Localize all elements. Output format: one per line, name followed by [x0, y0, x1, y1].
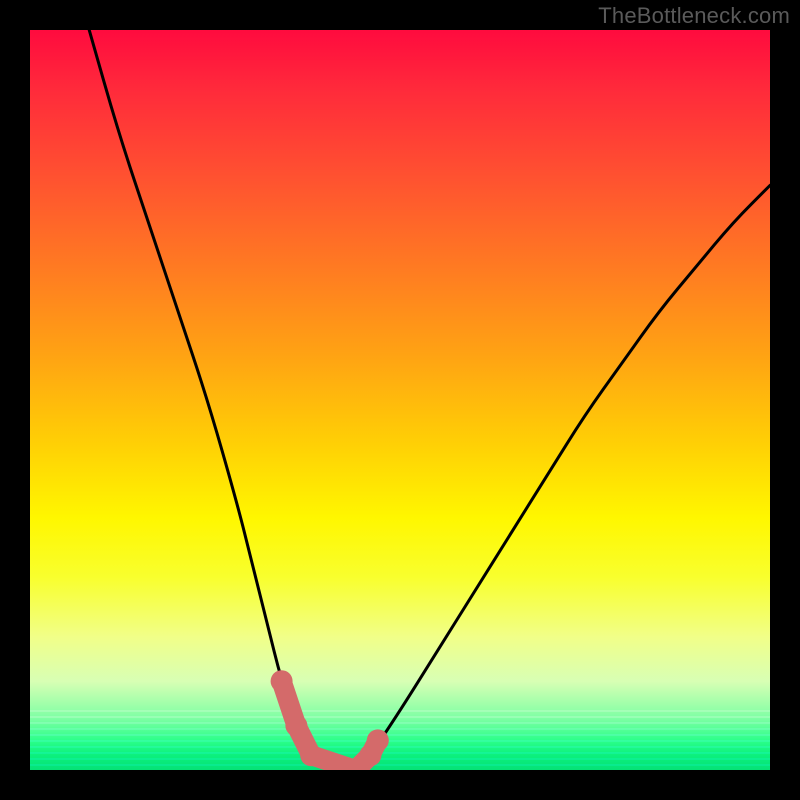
marker-dot: [300, 744, 322, 766]
bottleneck-curve: [30, 30, 770, 770]
watermark-text: TheBottleneck.com: [598, 3, 790, 29]
chart-frame: TheBottleneck.com: [0, 0, 800, 800]
marker-dot: [271, 670, 293, 692]
curve-path: [89, 30, 770, 770]
plot-area: [30, 30, 770, 770]
marker-dot: [367, 729, 389, 751]
marker-dot: [285, 715, 307, 737]
